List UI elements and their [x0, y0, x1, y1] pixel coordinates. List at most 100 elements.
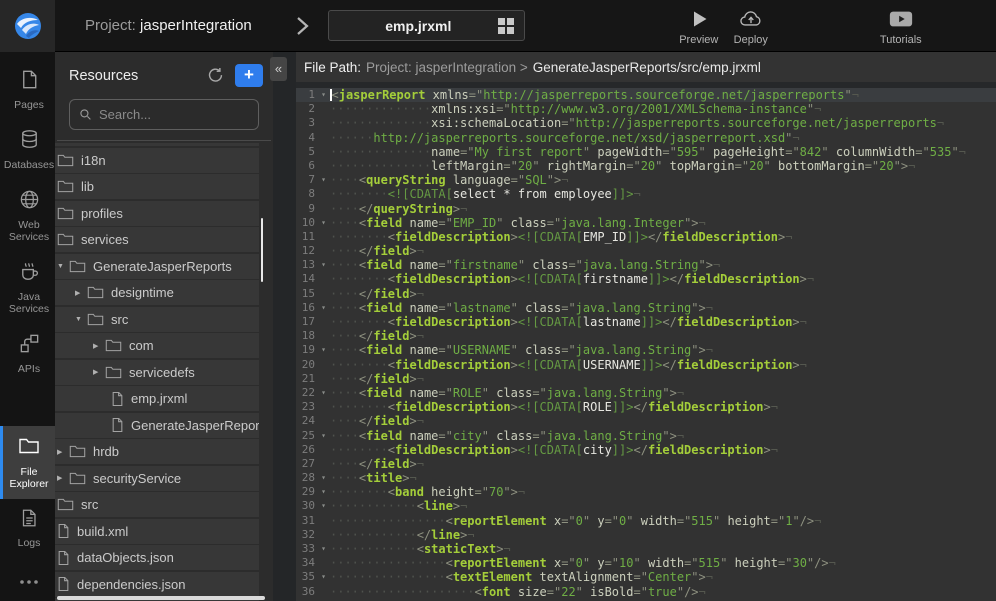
chevron-right-icon[interactable]: ▶	[75, 289, 87, 297]
tree-item-i18n[interactable]: i18n	[55, 148, 259, 173]
wavemaker-logo[interactable]	[0, 0, 55, 52]
tree-item-build-xml[interactable]: build.xml	[55, 519, 259, 544]
code-line-22[interactable]: 22▾····<field name="ROLE" class="java.la…	[296, 386, 996, 400]
sidebar-item-databases[interactable]: Databases	[0, 120, 55, 180]
code-line-9[interactable]: 9····</queryString>¬	[296, 202, 996, 216]
tree-item-services[interactable]: services	[55, 227, 259, 252]
tree-item-generatejasperreports-s[interactable]: GenerateJasperReports.s	[55, 413, 259, 438]
open-file-tab[interactable]: emp.jrxml	[328, 10, 525, 41]
chevron-down-icon[interactable]: ▼	[75, 316, 87, 323]
code-line-27[interactable]: 27····</field>¬	[296, 457, 996, 471]
code-line-10[interactable]: 10▾····<field name="EMP_ID" class="java.…	[296, 216, 996, 230]
tree-item-emp-jrxml[interactable]: emp.jrxml	[55, 386, 259, 411]
fold-arrow-icon[interactable]: ▾	[321, 216, 326, 230]
code-line-34[interactable]: 34················<reportElement x="0" y…	[296, 556, 996, 570]
tree-item-servicedefs[interactable]: ▶servicedefs	[55, 360, 259, 385]
fold-arrow-icon[interactable]: ▾	[321, 301, 326, 315]
code-line-14[interactable]: 14········<fieldDescription><![CDATA[fir…	[296, 272, 996, 286]
fold-arrow-icon[interactable]: ▾	[321, 570, 326, 584]
code-line-17[interactable]: 17········<fieldDescription><![CDATA[las…	[296, 315, 996, 329]
code-line-28[interactable]: 28▾····<title>¬	[296, 471, 996, 485]
fold-arrow-icon[interactable]: ▾	[321, 429, 326, 443]
preview-button[interactable]: Preview	[673, 7, 725, 46]
code-line-6[interactable]: 6··············leftMargin="20" rightMarg…	[296, 159, 996, 173]
fold-arrow-icon[interactable]: ▾	[321, 471, 326, 485]
fold-arrow-icon[interactable]: ▾	[321, 485, 326, 499]
code-line-21[interactable]: 21····</field>¬	[296, 372, 996, 386]
tree-item-dataobjects-json[interactable]: dataObjects.json	[55, 545, 259, 570]
chevron-right-icon[interactable]: ▶	[93, 368, 105, 376]
tree-item-lib[interactable]: lib	[55, 174, 259, 199]
tree-item-generatejasperreports[interactable]: ▼GenerateJasperReports	[55, 254, 259, 279]
chevron-right-icon[interactable]: ▶	[93, 342, 105, 350]
deploy-button[interactable]: Deploy	[725, 7, 777, 46]
code-line-15[interactable]: 15····</field>¬	[296, 287, 996, 301]
chevron-right-icon[interactable]: ▶	[57, 448, 69, 456]
code-line-16[interactable]: 16▾····<field name="lastname" class="jav…	[296, 301, 996, 315]
sidebar-item-file-explorer[interactable]: File Explorer	[0, 426, 55, 499]
code-line-23[interactable]: 23········<fieldDescription><![CDATA[ROL…	[296, 400, 996, 414]
fold-arrow-icon[interactable]: ▾	[321, 343, 326, 357]
code-editor[interactable]: 1▾<jasperReport xmlns="http://jasperrepo…	[296, 88, 996, 601]
code-line-33[interactable]: 33▾············<staticText>¬	[296, 542, 996, 556]
tree-item-securityservice[interactable]: ▶securityService	[55, 466, 259, 491]
tree-item-dependencies-json[interactable]: dependencies.json	[55, 572, 259, 597]
sidebar-item-apis[interactable]: APIs	[0, 324, 55, 384]
folder-icon	[57, 497, 74, 512]
chevron-right-icon[interactable]: ▶	[57, 474, 69, 482]
line-number: 22▾	[296, 386, 328, 400]
code-line-2[interactable]: 2··············xmlns:xsi="http://www.w3.…	[296, 102, 996, 116]
code-line-4[interactable]: 4······http://jasperreports.sourceforge.…	[296, 131, 996, 145]
line-number: 5	[296, 145, 328, 159]
tab-grid-icon[interactable]	[498, 18, 514, 34]
tutorials-button[interactable]: Tutorials	[875, 7, 927, 46]
fold-arrow-icon[interactable]: ▾	[321, 173, 326, 187]
tree-horizontal-scrollbar[interactable]	[57, 596, 265, 600]
fold-arrow-icon[interactable]: ▾	[321, 499, 326, 513]
tree-item-profiles[interactable]: profiles	[55, 201, 259, 226]
collapse-panel-button[interactable]: «	[270, 57, 287, 81]
code-line-32[interactable]: 32············</line>¬	[296, 528, 996, 542]
fold-arrow-icon[interactable]: ▾	[321, 542, 326, 556]
code-line-29[interactable]: 29▾········<band height="70">¬	[296, 485, 996, 499]
code-line-36[interactable]: 36····················<font size="22" is…	[296, 585, 996, 599]
code-line-35[interactable]: 35▾················<textElement textAlig…	[296, 570, 996, 584]
tree-vertical-scrollbar[interactable]	[261, 218, 263, 282]
code-line-13[interactable]: 13▾····<field name="firstname" class="ja…	[296, 258, 996, 272]
add-resource-button[interactable]: +	[235, 64, 263, 87]
code-line-25[interactable]: 25▾····<field name="city" class="java.la…	[296, 429, 996, 443]
preview-label: Preview	[679, 34, 718, 46]
code-line-11[interactable]: 11········<fieldDescription><![CDATA[EMP…	[296, 230, 996, 244]
code-line-3[interactable]: 3··············xsi:schemaLocation="http:…	[296, 116, 996, 130]
tree-item-designtime[interactable]: ▶designtime	[55, 280, 259, 305]
sidebar-item-pages[interactable]: Pages	[0, 60, 55, 120]
fold-arrow-icon[interactable]: ▾	[321, 386, 326, 400]
code-line-24[interactable]: 24····</field>¬	[296, 414, 996, 428]
tree-item-label: services	[81, 232, 129, 247]
tree-item-hrdb[interactable]: ▶hrdb	[55, 439, 259, 464]
code-line-26[interactable]: 26········<fieldDescription><![CDATA[cit…	[296, 443, 996, 457]
code-line-1[interactable]: 1▾<jasperReport xmlns="http://jasperrepo…	[296, 88, 996, 102]
tree-item-src[interactable]: src	[55, 492, 259, 517]
code-line-18[interactable]: 18····</field>¬	[296, 329, 996, 343]
sidebar-item-more[interactable]	[0, 558, 55, 601]
code-line-5[interactable]: 5··············name="My first report" pa…	[296, 145, 996, 159]
sidebar-item-web-services[interactable]: Web Services	[0, 180, 55, 252]
resource-search[interactable]	[69, 99, 259, 130]
tree-item-com[interactable]: ▶com	[55, 333, 259, 358]
sidebar-item-java-services[interactable]: Java Services	[0, 252, 55, 324]
code-line-30[interactable]: 30▾············<line>¬	[296, 499, 996, 513]
chevron-down-icon[interactable]: ▼	[57, 263, 69, 270]
code-line-31[interactable]: 31················<reportElement x="0" y…	[296, 514, 996, 528]
refresh-button[interactable]	[206, 66, 225, 85]
fold-arrow-icon[interactable]: ▾	[321, 258, 326, 272]
code-line-7[interactable]: 7▾····<queryString language="SQL">¬	[296, 173, 996, 187]
search-input[interactable]	[99, 107, 249, 122]
code-line-8[interactable]: 8········<![CDATA[select * from employee…	[296, 187, 996, 201]
code-line-20[interactable]: 20········<fieldDescription><![CDATA[USE…	[296, 358, 996, 372]
sidebar-item-logs[interactable]: Logs	[0, 499, 55, 558]
tree-item-src[interactable]: ▼src	[55, 307, 259, 332]
code-line-12[interactable]: 12····</field>¬	[296, 244, 996, 258]
code-line-19[interactable]: 19▾····<field name="USERNAME" class="jav…	[296, 343, 996, 357]
fold-arrow-icon[interactable]: ▾	[321, 88, 326, 102]
